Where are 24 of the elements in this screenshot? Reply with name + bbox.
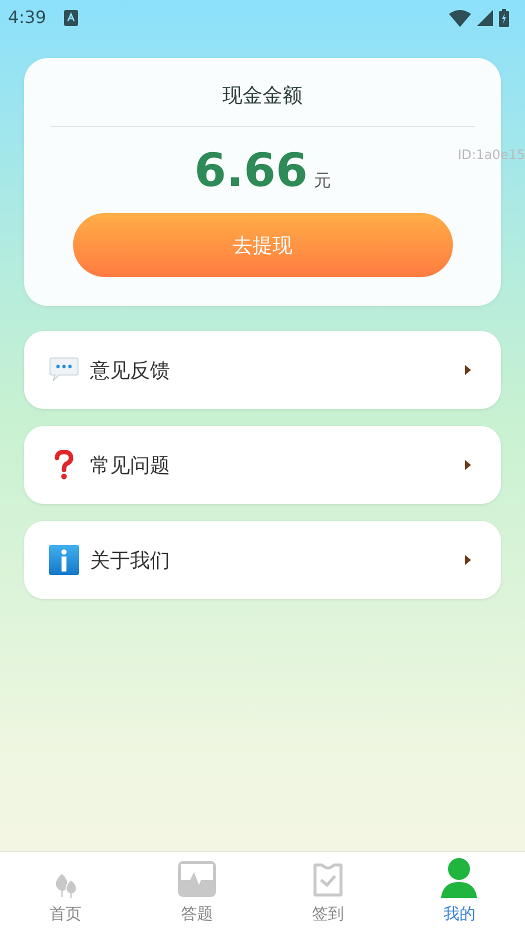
question-mark-icon bbox=[54, 450, 74, 480]
nav-tab[interactable]: 答题 bbox=[131, 852, 262, 935]
caret-icon bbox=[465, 365, 471, 375]
chart-icon bbox=[176, 860, 217, 898]
battery-icon bbox=[499, 9, 509, 27]
clock: 4:39 bbox=[8, 8, 46, 28]
caret-icon bbox=[465, 555, 471, 565]
menu-row[interactable]: 意见反馈 bbox=[24, 331, 501, 409]
nav-tab[interactable]: 我的 bbox=[394, 852, 525, 935]
withdraw-button[interactable]: 去提现 bbox=[72, 213, 452, 277]
nav-tab[interactable]: 签到 bbox=[262, 852, 394, 935]
caret-icon bbox=[465, 460, 471, 470]
keyboard-icon bbox=[64, 10, 78, 26]
currency-unit: 元 bbox=[314, 170, 331, 192]
menu-row[interactable]: 常见问题 bbox=[24, 426, 501, 504]
card-title: 现金金额 bbox=[222, 82, 302, 109]
checklist-icon bbox=[312, 862, 344, 898]
cash-amount: 6.66 bbox=[194, 143, 308, 197]
menu-row[interactable]: 关于我们 bbox=[24, 521, 501, 599]
signal-icon bbox=[477, 10, 493, 26]
wifi-icon bbox=[449, 10, 471, 26]
nav-tab[interactable]: 首页 bbox=[0, 852, 132, 935]
info-icon bbox=[49, 545, 79, 575]
speech-bubble-icon bbox=[49, 357, 79, 383]
